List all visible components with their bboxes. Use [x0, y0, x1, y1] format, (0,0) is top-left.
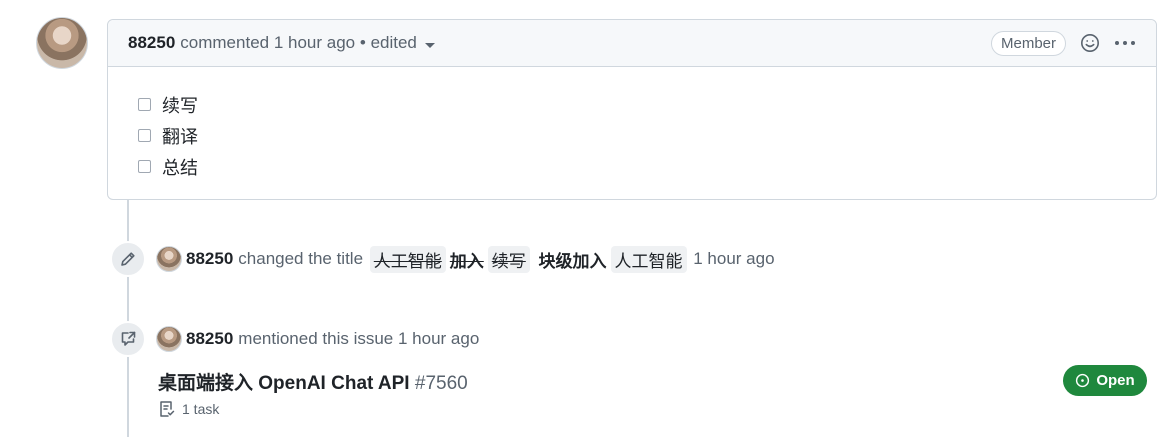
mention-event: 88250 mentioned this issue 1 hour ago — [110, 321, 479, 357]
checklist-icon — [158, 400, 176, 418]
timeline-line — [127, 200, 129, 437]
task-item: 续写 — [138, 89, 1126, 120]
status-badge: Open — [1063, 365, 1147, 396]
old-title-part: 加入 — [449, 251, 484, 271]
chevron-down-icon — [424, 42, 435, 48]
task-progress: 1 task — [158, 400, 219, 418]
edited-dropdown[interactable]: edited — [371, 33, 435, 53]
pencil-icon — [110, 241, 146, 277]
task-item: 总结 — [138, 151, 1126, 182]
task-label: 翻译 — [162, 126, 198, 147]
referenced-issue-title: 桌面端接入 OpenAI Chat API — [158, 373, 410, 394]
separator-dot: • — [359, 33, 366, 52]
referenced-issue-link[interactable]: 桌面端接入 OpenAI Chat API #7560 — [158, 368, 468, 395]
smiley-icon[interactable] — [1080, 33, 1100, 53]
new-title-part: 块级加入 — [538, 251, 607, 271]
event-actor[interactable]: 88250 — [186, 329, 233, 349]
actor-avatar[interactable] — [156, 326, 182, 352]
cross-reference-icon — [110, 321, 146, 357]
title-change-event: 88250 changed the title 人工智能 加入 续写 块级加入 … — [110, 241, 775, 277]
status-label: Open — [1096, 372, 1135, 389]
task-checkbox[interactable] — [138, 129, 151, 142]
member-badge: Member — [990, 30, 1066, 56]
comment-time[interactable]: 1 hour ago — [274, 33, 355, 53]
actor-avatar[interactable] — [156, 246, 182, 272]
event-action: changed the title — [238, 249, 364, 268]
event-time[interactable]: 1 hour ago — [398, 329, 479, 349]
event-time[interactable]: 1 hour ago — [693, 249, 774, 269]
kebab-menu-icon[interactable] — [1114, 40, 1136, 46]
task-label: 续写 — [162, 95, 198, 116]
task-checkbox[interactable] — [138, 160, 151, 173]
comment-action: commented — [180, 33, 270, 52]
comment-author[interactable]: 88250 — [128, 33, 175, 53]
comment-header-actions: Member — [990, 30, 1136, 56]
event-actor[interactable]: 88250 — [186, 249, 233, 269]
comment-author-avatar[interactable] — [36, 17, 88, 69]
comment-body: 续写 翻译 总结 — [108, 67, 1156, 204]
new-title-part: 人工智能 — [610, 245, 687, 273]
issue-comment: 88250 commented 1 hour ago • edited Memb… — [107, 19, 1157, 200]
old-title-part: 续写 — [487, 245, 530, 273]
edited-label: edited — [370, 33, 417, 52]
task-checkbox[interactable] — [138, 98, 151, 111]
task-label: 总结 — [162, 157, 198, 178]
issue-open-icon — [1075, 373, 1090, 388]
task-count-label: 1 task — [182, 401, 220, 417]
event-action: mentioned this issue — [238, 329, 394, 348]
comment-header: 88250 commented 1 hour ago • edited Memb… — [108, 20, 1156, 67]
task-item: 翻译 — [138, 120, 1126, 151]
old-title-part: 人工智能 — [369, 245, 446, 273]
referenced-issue-number: #7560 — [414, 373, 468, 394]
